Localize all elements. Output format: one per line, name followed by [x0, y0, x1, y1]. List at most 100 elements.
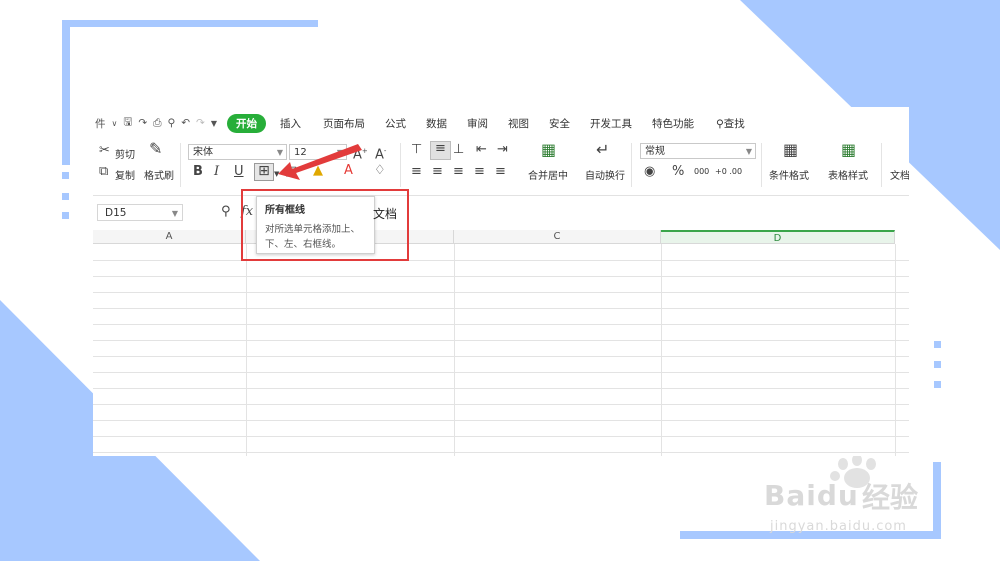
- indent-increase-icon[interactable]: ⇥: [497, 143, 508, 157]
- formula-bar: D15 ▼ ⚲ fx: [93, 202, 909, 224]
- sheet-grid[interactable]: A B C D: [93, 230, 909, 456]
- row-line: [93, 372, 909, 373]
- wrap-text-icon[interactable]: ↵: [596, 142, 609, 158]
- customize-icon[interactable]: ▼: [211, 119, 217, 128]
- tab-security[interactable]: 安全: [549, 116, 570, 131]
- tab-formulas[interactable]: 公式: [385, 116, 406, 131]
- wrap-text-label[interactable]: 自动换行: [585, 167, 625, 182]
- tab-features[interactable]: 特色功能: [652, 116, 694, 131]
- column-header-d[interactable]: D: [661, 230, 895, 244]
- zoom-icon[interactable]: ⚲: [221, 205, 231, 219]
- align-left-icon[interactable]: ≡: [411, 165, 422, 179]
- currency-icon[interactable]: ◉: [644, 165, 655, 179]
- tooltip-description: 对所选单元格添加上、下、左、右框线。: [265, 224, 361, 250]
- table-style-icon[interactable]: ▦: [841, 142, 856, 158]
- formula-content[interactable]: 文档: [373, 205, 397, 222]
- row-line: [93, 388, 909, 389]
- tab-page-layout[interactable]: 页面布局: [323, 116, 365, 131]
- table-style-label[interactable]: 表格样式: [828, 167, 868, 182]
- tab-developer[interactable]: 开发工具: [590, 116, 632, 131]
- preview-icon[interactable]: ⚲: [168, 117, 176, 129]
- column-header-c[interactable]: C: [454, 230, 661, 244]
- format-painter-icon[interactable]: ✎: [149, 141, 162, 157]
- conditional-format-icon[interactable]: ▦: [783, 142, 798, 158]
- justify-icon[interactable]: ≡: [474, 165, 485, 179]
- undo-icon[interactable]: ↶: [181, 117, 190, 129]
- deco-square: [934, 381, 941, 388]
- percent-button[interactable]: %: [672, 165, 684, 179]
- search-button[interactable]: ⚲查找: [716, 116, 745, 131]
- scissors-icon[interactable]: ✂: [99, 144, 110, 158]
- row-line: [93, 356, 909, 357]
- column-line: [661, 244, 662, 456]
- column-header-a[interactable]: A: [93, 230, 246, 244]
- align-bottom-icon[interactable]: ⊥: [453, 143, 464, 157]
- row-line: [93, 292, 909, 293]
- merge-center-label[interactable]: 合并居中: [528, 167, 568, 182]
- format-painter-label[interactable]: 格式刷: [144, 167, 174, 182]
- red-arrow-icon: [278, 144, 362, 180]
- copy-icon[interactable]: ⧉: [99, 165, 108, 179]
- search-label: 查找: [723, 117, 745, 130]
- divider: [881, 143, 882, 187]
- indent-decrease-icon[interactable]: ⇤: [476, 143, 487, 157]
- align-center-icon[interactable]: ≡: [432, 165, 443, 179]
- cut-label[interactable]: 剪切: [115, 146, 135, 161]
- print-icon[interactable]: ⎙: [153, 117, 161, 130]
- deco-square: [934, 361, 941, 368]
- save-icon[interactable]: 🖫: [123, 114, 132, 132]
- tab-review[interactable]: 审阅: [467, 116, 488, 131]
- row-line: [93, 452, 909, 453]
- tab-insert[interactable]: 插入: [280, 116, 301, 131]
- number-format-select[interactable]: 常规 ▼: [640, 143, 756, 159]
- column-line: [246, 244, 247, 456]
- align-right-icon[interactable]: ≡: [453, 165, 464, 179]
- conditional-format-label[interactable]: 条件格式: [769, 167, 809, 182]
- divider: [761, 143, 762, 187]
- row-line: [93, 260, 909, 261]
- column-line: [454, 244, 455, 456]
- row-line: [93, 324, 909, 325]
- thousands-button[interactable]: 000: [694, 167, 709, 176]
- tab-home[interactable]: 开始: [227, 113, 267, 133]
- watermark-url: jingyan.baidu.com: [770, 519, 907, 534]
- document-fragment-label[interactable]: 文档: [890, 167, 909, 182]
- align-middle-icon[interactable]: ≡: [430, 141, 451, 160]
- bold-button[interactable]: B: [193, 165, 203, 179]
- row-line: [93, 276, 909, 277]
- name-box[interactable]: D15 ▼: [97, 204, 183, 221]
- distribute-icon[interactable]: ≡: [495, 165, 506, 179]
- tab-data[interactable]: 数据: [426, 116, 447, 131]
- row-line: [93, 340, 909, 341]
- tab-view[interactable]: 视图: [508, 116, 529, 131]
- font-name-value: 宋体: [193, 147, 213, 158]
- divider: [180, 143, 181, 187]
- underline-button[interactable]: U: [234, 165, 244, 179]
- align-top-icon[interactable]: ⊤: [411, 143, 422, 157]
- row-line: [93, 420, 909, 421]
- watermark-brand-cn: 经验: [862, 481, 919, 514]
- divider: [400, 143, 401, 187]
- tooltip: 所有框线 对所选单元格添加上、下、左、右框线。: [256, 196, 375, 254]
- tooltip-title: 所有框线: [265, 205, 305, 216]
- increase-decimal-button[interactable]: +0 .00: [715, 167, 742, 176]
- ribbon-toolbar: ✂ 剪切 ⧉ 复制 ✎ 格式刷 宋体 ▼ 12 ▼ A+ A- B I U ⊞ …: [93, 139, 909, 196]
- redo-icon[interactable]: ↷: [196, 117, 205, 129]
- number-format-value: 常规: [645, 146, 665, 157]
- italic-button[interactable]: I: [214, 165, 219, 179]
- quick-access-toolbar: 件 ∨ 🖫 ↷ ⎙ ⚲ ↶ ↷ ▼: [93, 114, 217, 132]
- merge-cells-icon[interactable]: ▦: [541, 142, 556, 158]
- row-line: [93, 308, 909, 309]
- export-icon[interactable]: ↷: [138, 117, 147, 129]
- cell-reference: D15: [105, 207, 127, 219]
- spreadsheet-app: 件 ∨ 🖫 ↷ ⎙ ⚲ ↶ ↷ ▼ 开始 插入 页面布局 公式 数据 审阅 视图…: [93, 107, 909, 456]
- copy-label[interactable]: 复制: [115, 167, 135, 182]
- chevron-down-icon: ▼: [745, 147, 752, 156]
- decrease-font-icon[interactable]: A-: [375, 144, 386, 162]
- eraser-icon[interactable]: ♢: [374, 164, 386, 178]
- chevron-down-icon[interactable]: ∨: [112, 119, 118, 128]
- row-line: [93, 404, 909, 405]
- column-line: [895, 244, 896, 456]
- menu-tab-bar: 件 ∨ 🖫 ↷ ⎙ ⚲ ↶ ↷ ▼ 开始 插入 页面布局 公式 数据 审阅 视图…: [93, 107, 909, 139]
- file-menu-fragment[interactable]: 件: [95, 116, 106, 131]
